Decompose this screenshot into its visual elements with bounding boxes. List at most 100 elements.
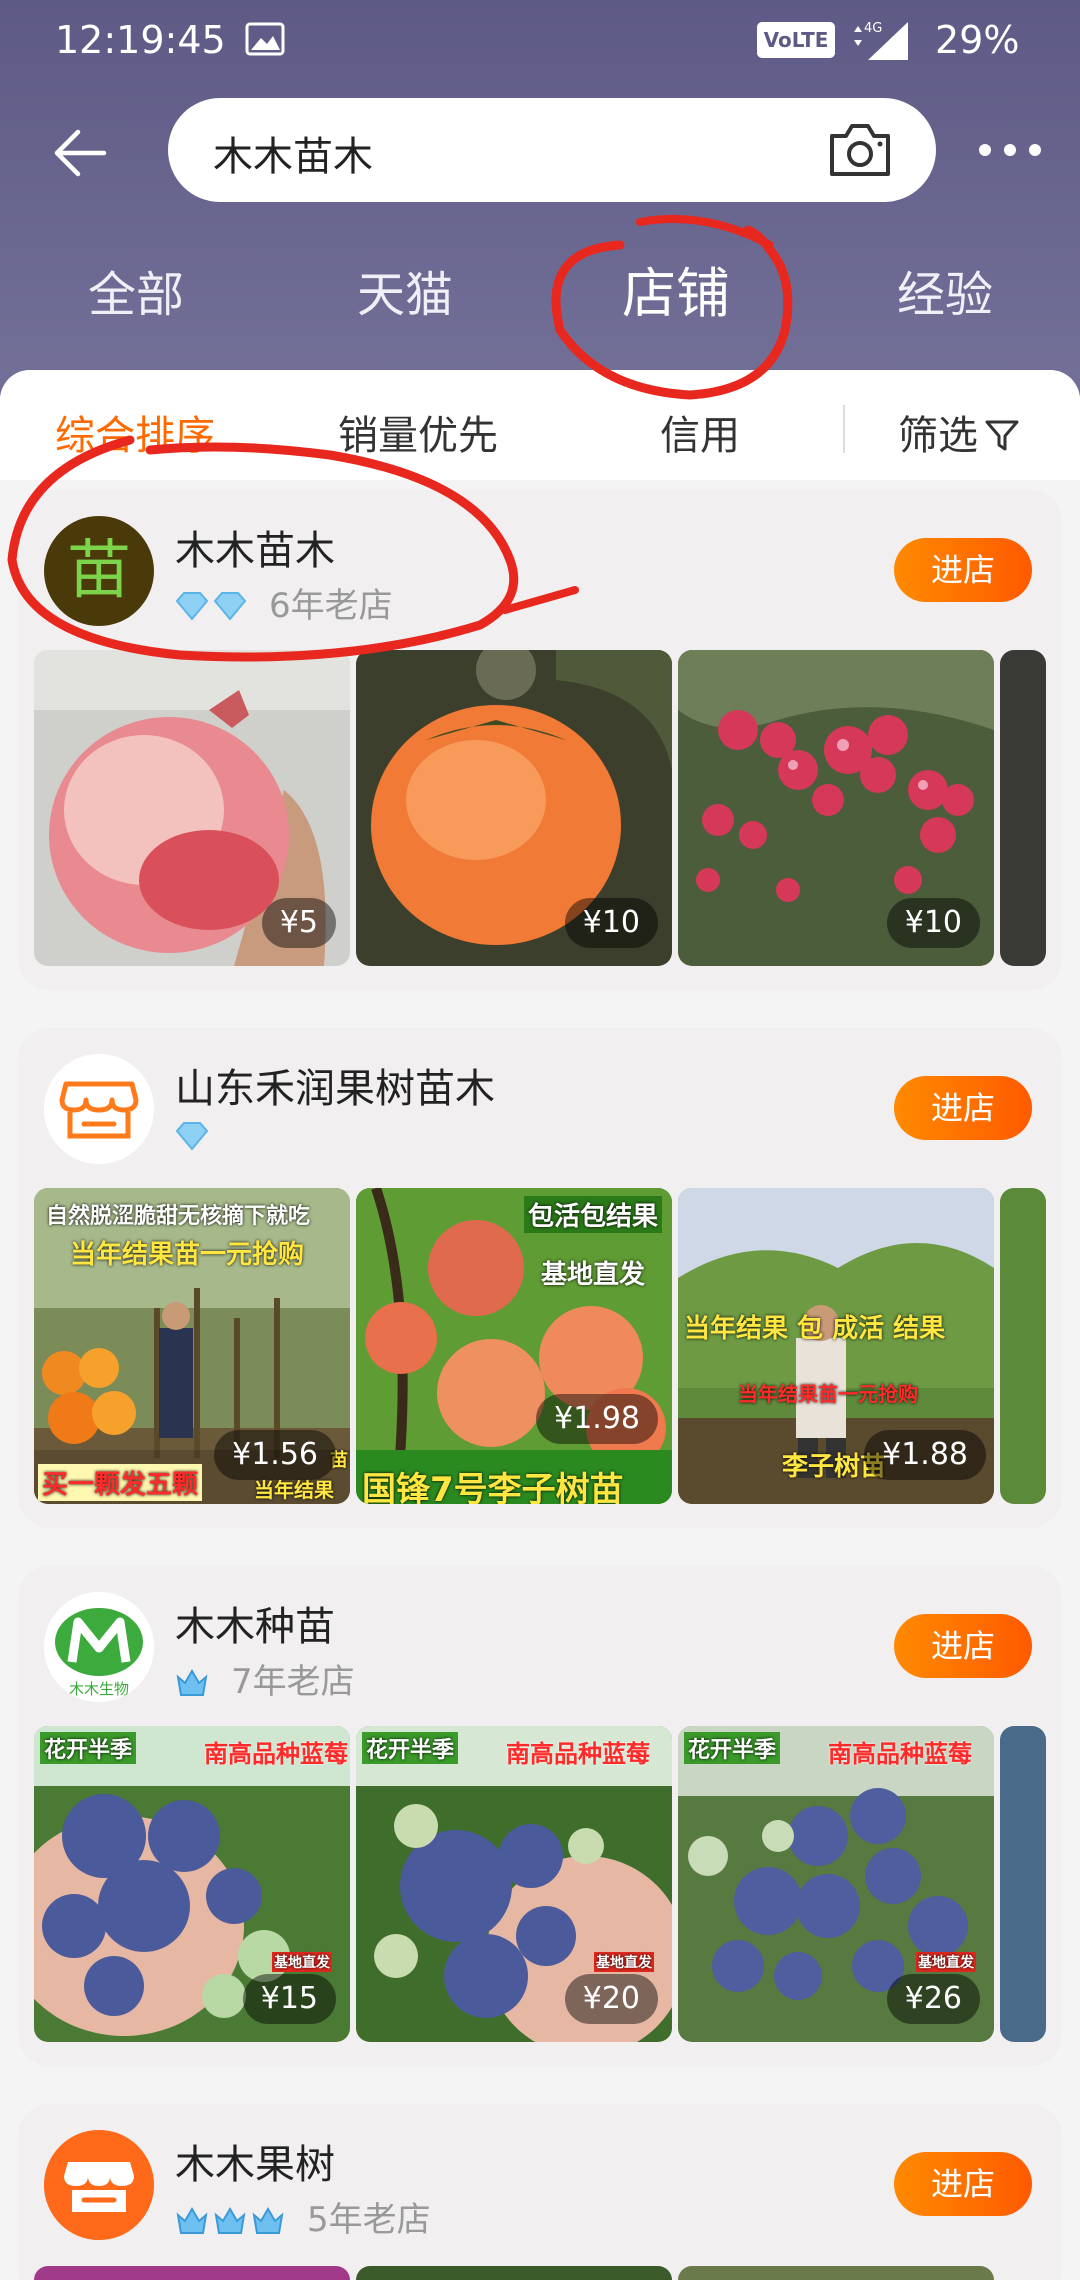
more-icon[interactable] <box>975 140 1045 160</box>
product-thumbnail[interactable]: ¥10 <box>356 650 672 966</box>
product-thumbnail[interactable] <box>678 2266 994 2280</box>
camera-icon[interactable] <box>826 120 894 180</box>
product-thumbnail[interactable]: ¥5 <box>34 650 350 966</box>
product-caption: 基地直发 <box>541 1260 646 1290</box>
product-price: ¥5 <box>261 898 336 948</box>
product-price: ¥26 <box>886 1974 980 2024</box>
category-tabs: 全部 天猫 店铺 经验 <box>0 255 1080 335</box>
shop-age: 5年老店 <box>307 2200 431 2240</box>
enter-shop-button[interactable]: 进店 <box>894 1076 1032 1140</box>
signal-icon: 4G <box>854 21 908 60</box>
tab-all[interactable]: 全部 <box>88 255 184 325</box>
product-caption: 基地直发 <box>916 1952 976 1972</box>
enter-shop-button[interactable]: 进店 <box>894 2152 1032 2216</box>
product-row: 花开半季 南高品种蓝莓 基地直发 ¥15 花开半季 南高品种蓝莓 基地直发 ¥2… <box>34 1726 1062 2042</box>
product-caption: 买一颗发五颗 <box>38 1464 203 1501</box>
filter-label: 筛选 <box>898 413 978 459</box>
shop-name[interactable]: 木木种苗 <box>175 1594 335 1652</box>
shop-name[interactable]: 木木苗木 <box>175 518 335 576</box>
product-thumbnail[interactable]: 当年结果 包 成活 结果 当年结果苗一元抢购 李子树苗 ¥1.88 <box>678 1188 994 1504</box>
product-caption: 南高品种蓝莓 <box>204 1740 348 1768</box>
diamond-icon <box>175 592 209 621</box>
shop-name[interactable]: 山东禾润果树苗木 <box>175 1056 495 1114</box>
gallery-icon <box>245 22 285 56</box>
product-thumbnail-partial[interactable] <box>1000 1188 1046 1504</box>
sort-credit[interactable]: 信用 <box>660 403 740 461</box>
store-icon <box>44 2130 154 2240</box>
sort-bar: 综合排序 销量优先 信用 筛选 <box>0 395 1080 465</box>
battery-level: 29% <box>935 18 1020 62</box>
header: 12:19:45 VoLTE 4G 29% 木木苗木 全部 天猫 店铺 经验 <box>0 0 1080 420</box>
product-thumbnail[interactable]: 自然脱涩脆甜无核摘下就吃 当年结果苗一元抢购 买一颗发五颗 当年结果 苗 ¥1.… <box>34 1188 350 1504</box>
product-caption: 南高品种蓝莓 <box>828 1740 972 1768</box>
product-caption: 国锋7号李子树苗 <box>362 1470 624 1504</box>
shop-avatar: 木木生物 <box>44 1592 154 1702</box>
shop-card[interactable]: 木木果树 5年老店 进店 <box>18 2104 1062 2280</box>
search-query[interactable]: 木木苗木 <box>213 124 373 182</box>
shop-card[interactable]: 山东禾润果树苗木 进店 自然脱涩脆甜无核摘下就吃 当年结果苗一元抢购 买一颗发五… <box>18 1028 1062 1528</box>
product-thumbnail[interactable] <box>356 2266 672 2280</box>
shop-avatar-text: 苗 <box>67 534 131 608</box>
crown-icon <box>176 2207 208 2234</box>
product-price: ¥10 <box>564 898 658 948</box>
store-icon <box>44 1054 154 1164</box>
plum-image <box>356 1188 672 1504</box>
product-logo-text: 花开半季 <box>684 1732 781 1764</box>
product-row: ¥5 ¥10 ¥10 <box>34 650 1062 966</box>
product-caption: 基地直发 <box>594 1952 654 1972</box>
product-thumbnail[interactable] <box>34 2266 350 2280</box>
product-caption: 基地直发 <box>272 1952 332 1972</box>
product-caption: 自然脱涩脆甜无核摘下就吃 <box>46 1204 311 1229</box>
product-thumbnail-partial[interactable] <box>1000 1726 1046 2042</box>
product-price: ¥1.56 <box>214 1430 336 1480</box>
crown-icon <box>176 1669 208 1696</box>
shop-card[interactable]: 木木生物 木木种苗 7年老店 进店 花开半季 南高品种蓝莓 基地直发 ¥15 花… <box>18 1566 1062 2066</box>
diamond-icon <box>213 592 247 621</box>
product-thumbnail[interactable]: ¥10 <box>678 650 994 966</box>
product-thumbnail[interactable]: 花开半季 南高品种蓝莓 基地直发 ¥15 <box>34 1726 350 2042</box>
product-logo-text: 花开半季 <box>362 1732 459 1764</box>
product-caption: 南高品种蓝莓 <box>506 1740 650 1768</box>
shop-avatar <box>44 2130 154 2240</box>
shop-card[interactable]: 苗 木木苗木 6年老店 进店 ¥5 ¥10 ¥10 <box>18 490 1062 990</box>
shop-age: 6年老店 <box>269 586 393 626</box>
crown-icon <box>252 2207 284 2234</box>
crown-icon <box>214 2207 246 2234</box>
product-price: ¥15 <box>242 1974 336 2024</box>
product-caption: 包活包结果 <box>524 1196 663 1233</box>
product-caption: 当年结果苗一元抢购 <box>738 1382 918 1406</box>
shop-age: 7年老店 <box>231 1662 355 1702</box>
tab-experience[interactable]: 经验 <box>897 255 993 325</box>
volte-badge: VoLTE <box>757 22 835 58</box>
product-thumbnail[interactable]: 包活包结果 基地直发 国锋7号李子树苗 ¥1.98 <box>356 1188 672 1504</box>
filter-icon <box>985 420 1019 451</box>
enter-shop-button[interactable]: 进店 <box>894 538 1032 602</box>
sort-sales[interactable]: 销量优先 <box>338 403 498 461</box>
product-price: ¥20 <box>564 1974 658 2024</box>
product-price: ¥1.98 <box>536 1394 658 1444</box>
shop-avatar: 苗 <box>44 516 154 626</box>
shop-badges: 6年老店 <box>175 578 393 626</box>
shop-badges <box>175 1116 213 1160</box>
divider <box>843 405 845 453</box>
shop-badges: 5年老店 <box>175 2192 431 2240</box>
search-box[interactable]: 木木苗木 <box>168 98 936 202</box>
product-thumbnail-partial[interactable] <box>1000 650 1046 966</box>
product-price: ¥10 <box>886 898 980 948</box>
filter-button[interactable]: 筛选 <box>898 403 1020 461</box>
back-arrow-icon[interactable] <box>52 128 108 178</box>
product-thumbnail[interactable]: 花开半季 南高品种蓝莓 基地直发 ¥20 <box>356 1726 672 2042</box>
svg-text:4G: 4G <box>864 21 882 36</box>
tab-shops[interactable]: 店铺 <box>622 249 730 328</box>
shop-name[interactable]: 木木果树 <box>175 2132 335 2190</box>
enter-shop-button[interactable]: 进店 <box>894 1614 1032 1678</box>
shop-avatar <box>44 1054 154 1164</box>
sort-comprehensive[interactable]: 综合排序 <box>55 403 215 461</box>
status-time: 12:19:45 <box>55 18 226 62</box>
shop-avatar-text: 木木生物 <box>68 1680 129 1698</box>
diamond-icon <box>175 1122 209 1151</box>
tab-tmall[interactable]: 天猫 <box>357 255 453 325</box>
product-thumbnail[interactable]: 花开半季 南高品种蓝莓 基地直发 ¥26 <box>678 1726 994 2042</box>
product-logo-text: 花开半季 <box>40 1732 137 1764</box>
product-row <box>34 2266 1062 2280</box>
